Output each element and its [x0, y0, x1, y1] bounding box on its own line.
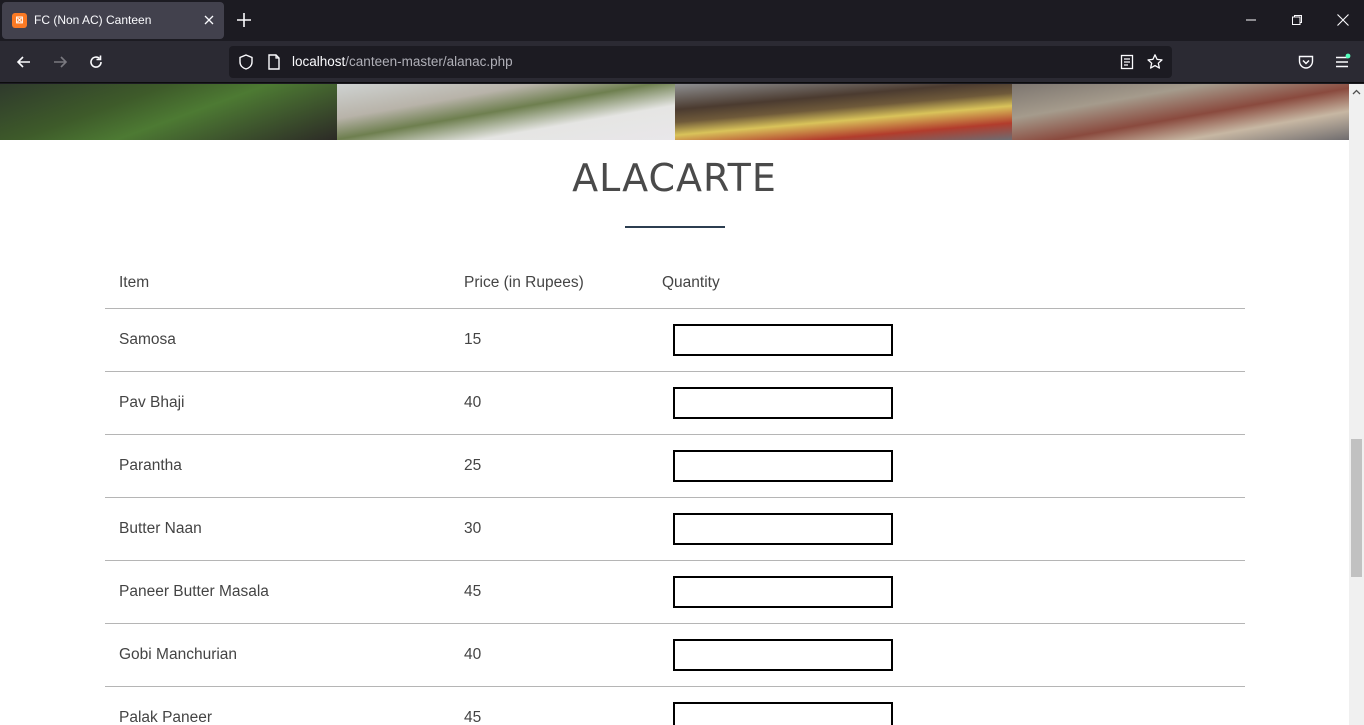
- header-quantity: Quantity: [662, 274, 720, 291]
- quantity-input-paneer-butter-masala[interactable]: [673, 576, 893, 608]
- quantity-input-pav-bhaji[interactable]: [673, 387, 893, 419]
- bookmark-star-icon[interactable]: [1146, 53, 1164, 71]
- address-bar[interactable]: localhost/canteen-master/alanac.php: [229, 46, 1172, 78]
- item-name: Palak Paneer: [119, 709, 213, 725]
- food-image-flatbread: [337, 84, 675, 140]
- url-path: /canteen-master/alanac.php: [345, 54, 513, 69]
- tab-bar: ⊠ FC (Non AC) Canteen: [0, 0, 1364, 41]
- table-row: Pav Bhaji 40: [105, 372, 1245, 435]
- title-divider: [625, 226, 725, 228]
- page-content: ALACARTE Item Price (in Rupees) Quantity…: [0, 84, 1349, 725]
- quantity-input-gobi-manchurian[interactable]: [673, 639, 893, 671]
- quantity-input-butter-naan[interactable]: [673, 513, 893, 545]
- tab-title: FC (Non AC) Canteen: [34, 13, 152, 27]
- reader-view-icon[interactable]: [1118, 53, 1136, 71]
- restore-button[interactable]: [1274, 0, 1320, 40]
- xampp-favicon-icon: ⊠: [12, 13, 27, 28]
- table-row: Samosa 15: [105, 309, 1245, 372]
- page-scrollbar[interactable]: [1349, 84, 1364, 725]
- page-title: ALACARTE: [572, 156, 777, 200]
- table-row: Palak Paneer 45: [105, 687, 1245, 725]
- item-price: 40: [464, 394, 482, 411]
- item-price: 45: [464, 709, 482, 725]
- item-name: Gobi Manchurian: [119, 646, 238, 663]
- hero-image-strip: [0, 84, 1349, 140]
- table-row: Gobi Manchurian 40: [105, 624, 1245, 687]
- quantity-input-parantha[interactable]: [673, 450, 893, 482]
- tracking-protection-shield-icon[interactable]: [237, 53, 255, 71]
- item-price: 40: [464, 646, 482, 663]
- pocket-icon[interactable]: [1294, 50, 1318, 74]
- item-price: 25: [464, 457, 482, 474]
- page-info-icon[interactable]: [265, 53, 283, 71]
- quantity-input-palak-paneer[interactable]: [673, 702, 893, 725]
- food-image-green-beans: [0, 84, 338, 140]
- close-window-button[interactable]: [1320, 0, 1364, 40]
- item-name: Butter Naan: [119, 520, 202, 537]
- menu-table: Item Price (in Rupees) Quantity Samosa 1…: [105, 258, 1245, 725]
- minimize-button[interactable]: [1228, 0, 1274, 40]
- forward-icon[interactable]: [48, 50, 72, 74]
- item-name: Paneer Butter Masala: [119, 583, 269, 600]
- table-row: Butter Naan 30: [105, 498, 1245, 561]
- table-row: Paneer Butter Masala 45: [105, 561, 1245, 624]
- header-item: Item: [119, 274, 150, 291]
- item-name: Pav Bhaji: [119, 394, 185, 411]
- navigation-toolbar: localhost/canteen-master/alanac.php: [0, 41, 1364, 83]
- scroll-up-arrow-icon[interactable]: [1349, 84, 1364, 99]
- item-price: 30: [464, 520, 482, 537]
- quantity-input-samosa[interactable]: [673, 324, 893, 356]
- scrollbar-thumb[interactable]: [1351, 439, 1362, 577]
- url-text[interactable]: localhost/canteen-master/alanac.php: [292, 46, 513, 78]
- app-menu-icon[interactable]: [1330, 50, 1354, 74]
- item-price: 15: [464, 331, 482, 348]
- close-tab-icon[interactable]: [200, 11, 218, 29]
- back-icon[interactable]: [12, 50, 36, 74]
- table-row: Parantha 25: [105, 435, 1245, 498]
- item-name: Samosa: [119, 331, 176, 348]
- food-image-granola: [1011, 84, 1349, 140]
- item-price: 45: [464, 583, 482, 600]
- reload-icon[interactable]: [84, 50, 108, 74]
- browser-tab[interactable]: ⊠ FC (Non AC) Canteen: [2, 2, 224, 39]
- table-header-row: Item Price (in Rupees) Quantity: [105, 258, 1245, 309]
- new-tab-button[interactable]: [232, 8, 256, 32]
- item-name: Parantha: [119, 457, 182, 474]
- header-price: Price (in Rupees): [464, 274, 584, 291]
- url-host: localhost: [292, 54, 346, 69]
- food-image-burger: [674, 84, 1012, 140]
